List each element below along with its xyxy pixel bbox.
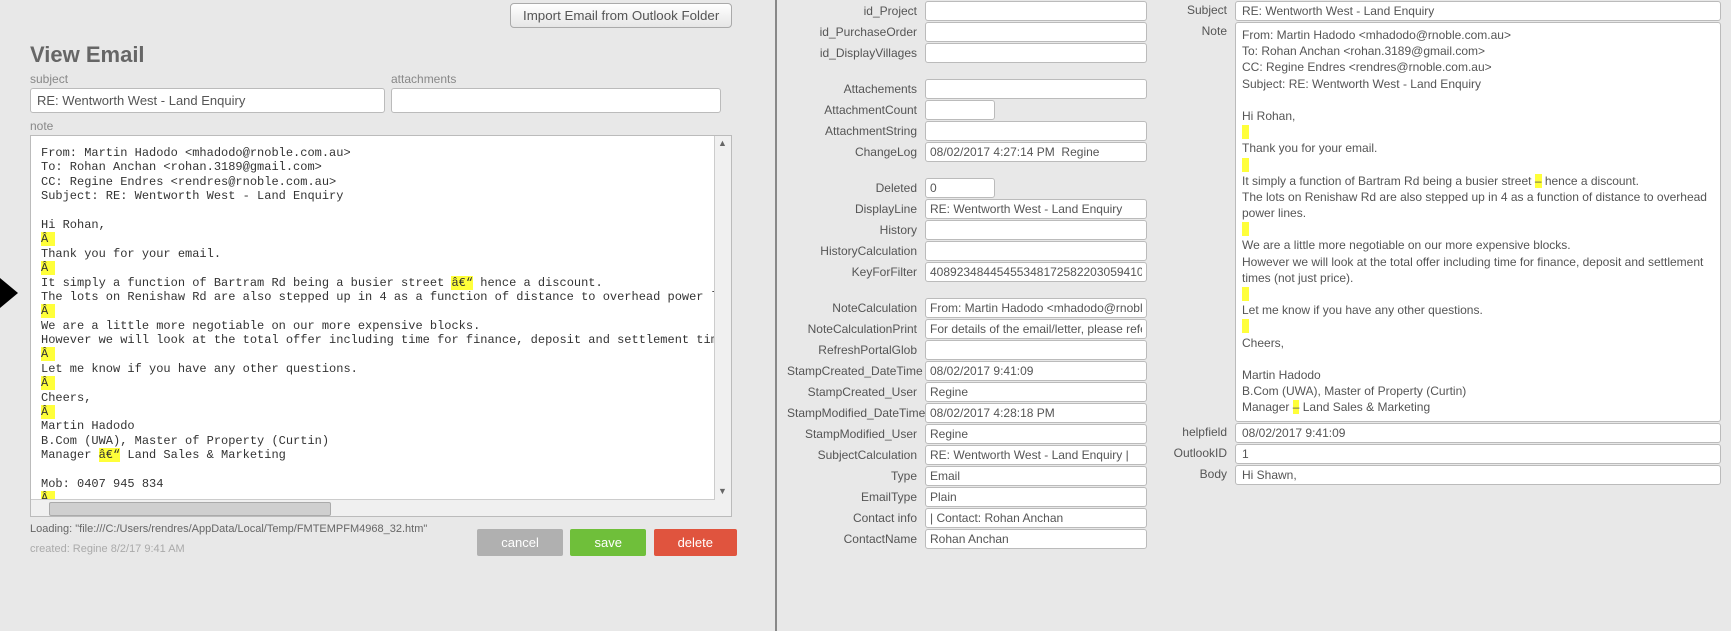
note-textarea[interactable]: From: Martin Hadodo <mhadodo@rnoble.com.… — [30, 135, 732, 517]
field-label-stampmodified-user: StampModified_User — [787, 427, 925, 441]
field-label-refreshportalglob: RefreshPortalGlob — [787, 343, 925, 357]
outlookid-input[interactable] — [1235, 444, 1721, 464]
field-input-stampmodified-datetime[interactable] — [925, 403, 1147, 423]
field-label-notecalculation: NoteCalculation — [787, 301, 925, 315]
field-label-notecalculationprint: NoteCalculationPrint — [787, 322, 925, 336]
cancel-button[interactable]: cancel — [477, 529, 563, 556]
field-label-keyforfilter: KeyForFilter — [787, 265, 925, 279]
import-email-button[interactable]: Import Email from Outlook Folder — [510, 3, 732, 28]
field-label-contact-info: Contact info — [787, 511, 925, 525]
field-label-contactname: ContactName — [787, 532, 925, 546]
note-preview[interactable]: From: Martin Hadodo <mhadodo@rnoble.com.… — [1235, 22, 1721, 422]
field-label-attachmentstring: AttachmentString — [787, 124, 925, 138]
field-label-id-displayvillages: id_DisplayVillages — [787, 46, 925, 60]
field-input-attachmentcount[interactable] — [925, 100, 995, 120]
field-input-refreshportalglob[interactable] — [925, 340, 1147, 360]
field-input-id-purchaseorder[interactable] — [925, 22, 1147, 42]
helpfield-label: helpfield — [1167, 423, 1235, 439]
subject-label-right: Subject — [1167, 1, 1235, 17]
note-content: From: Martin Hadodo <mhadodo@rnoble.com.… — [31, 136, 731, 517]
field-input-attachmentstring[interactable] — [925, 121, 1147, 141]
field-label-history: History — [787, 223, 925, 237]
attachments-input[interactable] — [391, 88, 721, 113]
field-input-notecalculationprint[interactable] — [925, 319, 1147, 339]
field-label-emailtype: EmailType — [787, 490, 925, 504]
field-label-displayline: DisplayLine — [787, 202, 925, 216]
view-email-heading: View Email — [30, 42, 765, 68]
body-label: Body — [1167, 465, 1235, 481]
delete-button[interactable]: delete — [654, 529, 737, 556]
subject-field-right[interactable] — [1235, 1, 1721, 21]
field-label-stampcreated-user: StampCreated_User — [787, 385, 925, 399]
attachments-label: attachments — [391, 72, 721, 86]
field-input-displayline[interactable] — [925, 199, 1147, 219]
field-input-type[interactable] — [925, 466, 1147, 486]
save-button[interactable]: save — [570, 529, 645, 556]
field-input-keyforfilter[interactable] — [925, 262, 1147, 282]
field-input-id-project[interactable] — [925, 1, 1147, 21]
field-input-stampcreated-datetime[interactable] — [925, 361, 1147, 381]
field-input-notecalculation[interactable] — [925, 298, 1147, 318]
helpfield-input[interactable] — [1235, 423, 1721, 443]
field-input-stampcreated-user[interactable] — [925, 382, 1147, 402]
field-label-deleted: Deleted — [787, 181, 925, 195]
field-input-contact-info[interactable] — [925, 508, 1147, 528]
field-label-stampmodified-datetime: StampModified_DateTime — [787, 406, 925, 420]
field-label-attachements: Attachements — [787, 82, 925, 96]
field-input-deleted[interactable] — [925, 178, 995, 198]
field-input-attachements[interactable] — [925, 79, 1147, 99]
note-label-right: Note — [1167, 22, 1235, 38]
field-label-attachmentcount: AttachmentCount — [787, 103, 925, 117]
field-input-history[interactable] — [925, 220, 1147, 240]
outlookid-label: OutlookID — [1167, 444, 1235, 460]
field-label-id-project: id_Project — [787, 4, 925, 18]
field-label-id-purchaseorder: id_PurchaseOrder — [787, 25, 925, 39]
body-input[interactable] — [1235, 465, 1721, 485]
subject-input[interactable] — [30, 88, 385, 113]
field-input-historycalculation[interactable] — [925, 241, 1147, 261]
horizontal-scrollbar[interactable] — [31, 499, 715, 516]
field-input-subjectcalculation[interactable] — [925, 445, 1147, 465]
field-input-stampmodified-user[interactable] — [925, 424, 1147, 444]
field-input-emailtype[interactable] — [925, 487, 1147, 507]
field-input-id-displayvillages[interactable] — [925, 43, 1147, 63]
expand-arrow-icon[interactable] — [0, 278, 18, 308]
field-label-stampcreated-datetime: StampCreated_DateTime — [787, 364, 925, 378]
field-label-subjectcalculation: SubjectCalculation — [787, 448, 925, 462]
field-input-contactname[interactable] — [925, 529, 1147, 549]
subject-label: subject — [30, 72, 385, 86]
field-label-changelog: ChangeLog — [787, 145, 925, 159]
note-label: note — [30, 119, 765, 133]
field-label-type: Type — [787, 469, 925, 483]
field-input-changelog[interactable] — [925, 142, 1147, 162]
field-label-historycalculation: HistoryCalculation — [787, 244, 925, 258]
vertical-scrollbar[interactable] — [714, 136, 731, 516]
